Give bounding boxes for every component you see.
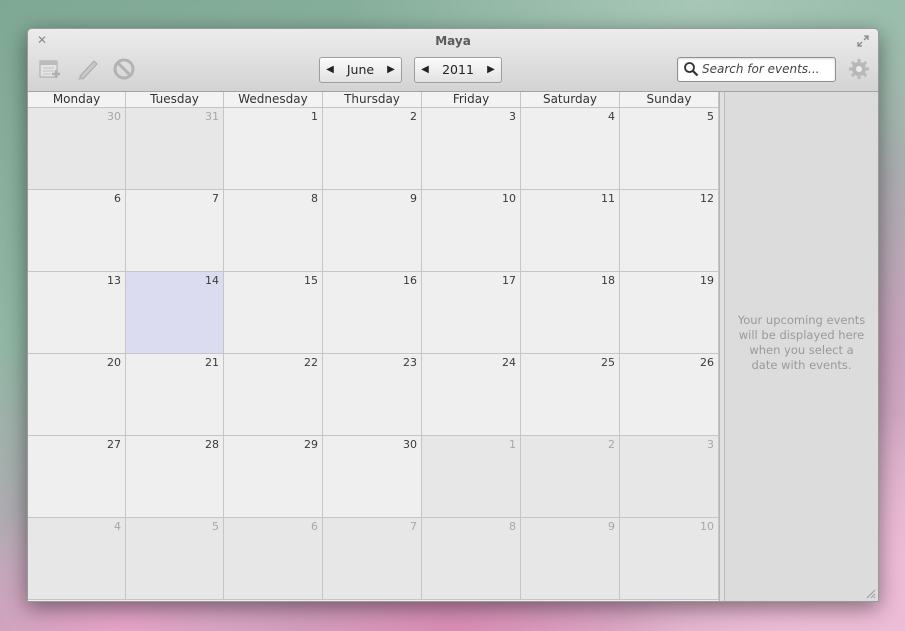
day-cell[interactable]: 9 <box>323 190 422 272</box>
day-cell[interactable]: 3 <box>620 436 719 518</box>
day-cell[interactable]: 26 <box>620 354 719 436</box>
day-cell[interactable]: 6 <box>224 518 323 600</box>
day-cell[interactable]: 30 <box>28 108 126 190</box>
weekday-wednesday: Wednesday <box>224 92 323 107</box>
day-cell[interactable]: 13 <box>28 272 126 354</box>
day-cell[interactable]: 18 <box>521 272 620 354</box>
day-cell[interactable]: 12 <box>620 190 719 272</box>
day-cell[interactable]: 3 <box>422 108 521 190</box>
day-cell[interactable]: 11 <box>521 190 620 272</box>
day-cell[interactable]: 22 <box>224 354 323 436</box>
events-sidebar: Your upcoming events will be displayed h… <box>725 92 878 601</box>
day-cell[interactable]: 27 <box>28 436 126 518</box>
upcoming-events-message: Your upcoming events will be displayed h… <box>737 313 866 372</box>
header-bar: ✕ Maya ◀ June ▶ ◀ 2011 ▶ <box>28 29 878 92</box>
day-cell[interactable]: 25 <box>521 354 620 436</box>
month-grid: Monday Tuesday Wednesday Thursday Friday Satu… <box>28 92 719 601</box>
day-cell[interactable]: 21 <box>126 354 224 436</box>
weekday-saturday: Saturday <box>521 92 620 107</box>
weekday-friday: Friday <box>422 92 521 107</box>
day-cell[interactable]: 5 <box>126 518 224 600</box>
day-cell[interactable]: 20 <box>28 354 126 436</box>
day-cell[interactable]: 29 <box>224 436 323 518</box>
add-event-icon[interactable] <box>37 56 63 82</box>
day-cell[interactable]: 8 <box>422 518 521 600</box>
month-next-button[interactable]: ▶ <box>381 58 401 82</box>
search-input[interactable] <box>702 60 830 78</box>
edit-event-icon[interactable] <box>74 56 100 82</box>
day-cell[interactable]: 16 <box>323 272 422 354</box>
resize-grip-icon[interactable] <box>864 587 876 599</box>
day-cell[interactable]: 10 <box>422 190 521 272</box>
day-cell[interactable]: 28 <box>126 436 224 518</box>
day-cell[interactable]: 4 <box>521 108 620 190</box>
day-cell[interactable]: 23 <box>323 354 422 436</box>
day-cell[interactable]: 6 <box>28 190 126 272</box>
day-cell[interactable]: 8 <box>224 190 323 272</box>
day-cell[interactable]: 2 <box>521 436 620 518</box>
search-icon <box>684 62 699 77</box>
weekday-monday: Monday <box>28 92 126 107</box>
month-label: June <box>346 62 375 77</box>
day-cell[interactable]: 24 <box>422 354 521 436</box>
day-cell[interactable]: 2 <box>323 108 422 190</box>
weekday-tuesday: Tuesday <box>126 92 224 107</box>
day-cell[interactable]: 9 <box>521 518 620 600</box>
window-title: Maya <box>435 34 471 48</box>
weekday-thursday: Thursday <box>323 92 422 107</box>
remove-event-icon[interactable] <box>111 56 137 82</box>
day-cell[interactable]: 10 <box>620 518 719 600</box>
weekday-sunday: Sunday <box>620 92 719 107</box>
day-cell[interactable]: 4 <box>28 518 126 600</box>
search-field <box>677 57 836 82</box>
day-cell[interactable]: 1 <box>422 436 521 518</box>
day-cell[interactable]: 17 <box>422 272 521 354</box>
day-cell[interactable]: 15 <box>224 272 323 354</box>
month-switcher: ◀ June ▶ <box>319 57 402 83</box>
year-prev-button[interactable]: ◀ <box>415 58 435 82</box>
day-cell[interactable]: 7 <box>323 518 422 600</box>
maximize-icon[interactable] <box>857 35 869 47</box>
day-cell[interactable]: 1 <box>224 108 323 190</box>
day-cell[interactable]: 30 <box>323 436 422 518</box>
maya-window: ✕ Maya ◀ June ▶ ◀ 2011 ▶ Search for even… <box>27 28 879 602</box>
year-next-button[interactable]: ▶ <box>481 58 501 82</box>
year-label: 2011 <box>442 62 474 77</box>
day-cell[interactable]: 14 <box>126 272 224 354</box>
month-prev-button[interactable]: ◀ <box>320 58 340 82</box>
day-cell[interactable]: 7 <box>126 190 224 272</box>
gear-icon[interactable] <box>848 58 870 80</box>
day-cell[interactable]: 31 <box>126 108 224 190</box>
weekday-header: Monday Tuesday Wednesday Thursday Friday Satu… <box>28 92 719 108</box>
year-switcher: ◀ 2011 ▶ <box>414 57 502 83</box>
day-cell[interactable]: 5 <box>620 108 719 190</box>
day-cell[interactable]: 19 <box>620 272 719 354</box>
